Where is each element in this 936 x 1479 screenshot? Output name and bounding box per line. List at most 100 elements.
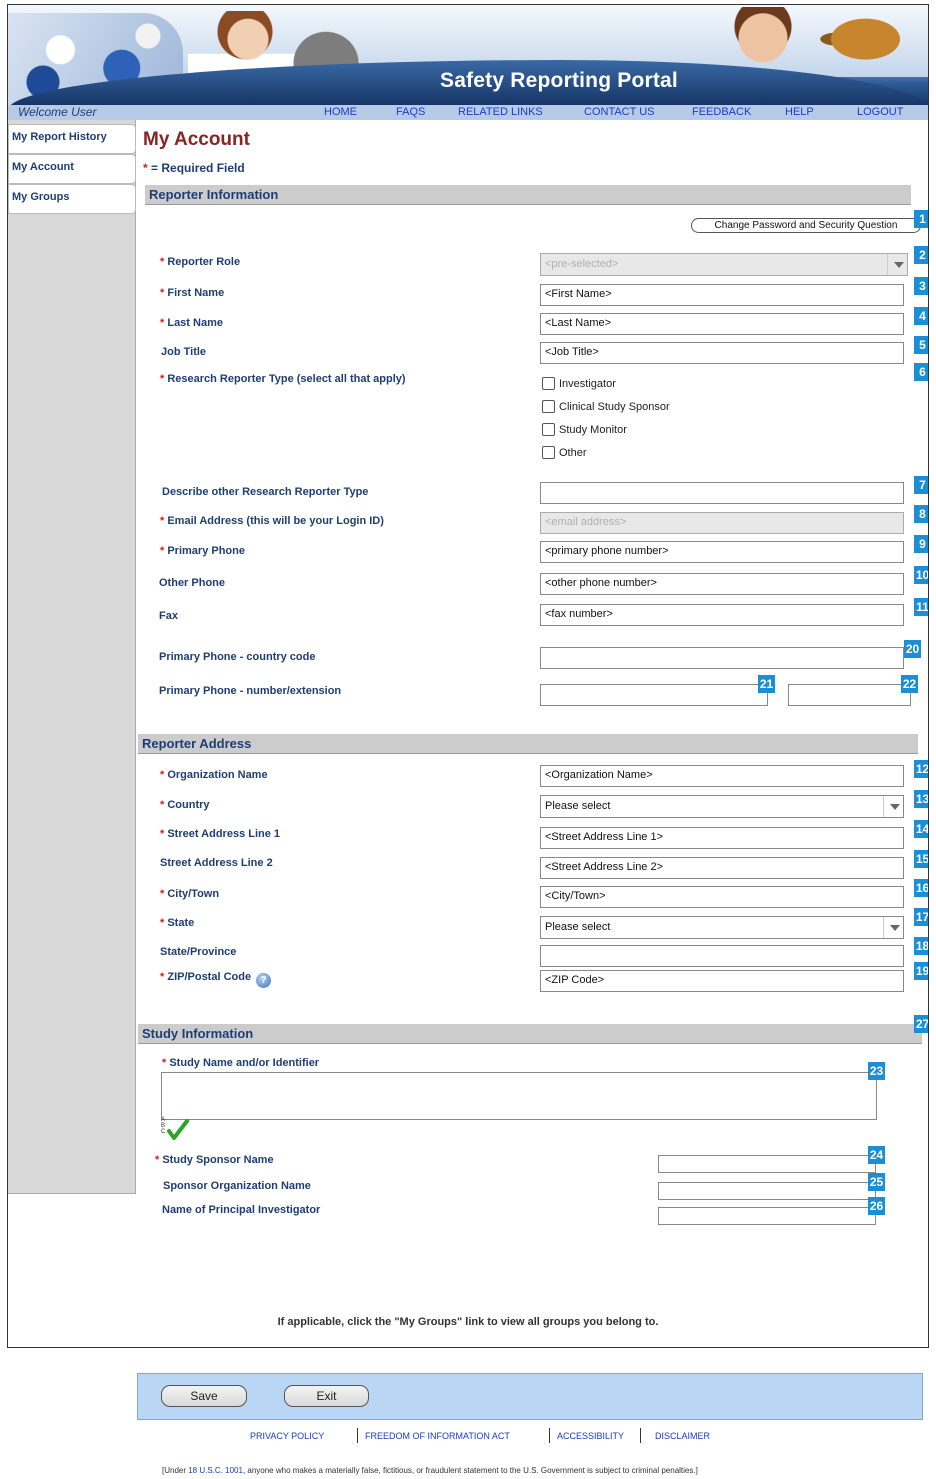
footer-privacy-policy[interactable]: PRIVACY POLICY [250, 1431, 324, 1441]
phone-number-field[interactable] [540, 684, 768, 706]
badge-25: 25 [868, 1173, 885, 1191]
legal-notice: [Under 18 U.S.C. 1001, anyone who makes … [162, 1466, 698, 1475]
nav-faqs[interactable]: FAQS [396, 105, 425, 120]
badge-7: 7 [914, 476, 928, 494]
describe-other-field[interactable] [540, 482, 904, 504]
nav-logout[interactable]: LOGOUT [857, 105, 903, 120]
button-bar: Save Exit [137, 1373, 923, 1420]
help-icon[interactable]: ? [256, 973, 272, 988]
job-title-field[interactable]: <Job Title> [540, 342, 904, 364]
nav-home[interactable]: HOME [324, 105, 357, 120]
portal-title: Safety Reporting Portal [440, 69, 678, 92]
badge-2: 2 [914, 246, 928, 264]
save-button[interactable]: Save [161, 1385, 247, 1407]
badge-13: 13 [914, 790, 929, 808]
badge-11: 11 [914, 598, 928, 616]
badge-26: 26 [868, 1197, 885, 1215]
footer-accessibility[interactable]: ACCESSIBILITY [557, 1431, 624, 1441]
checkbox-clinical-study-sponsor[interactable]: Clinical Study Sponsor [542, 400, 670, 413]
sidebar-item-my-account[interactable]: My Account [8, 154, 136, 184]
footer-separator [640, 1428, 641, 1443]
chevron-down-icon [883, 917, 903, 938]
nav-help[interactable]: HELP [785, 105, 814, 120]
primary-phone-field[interactable]: <primary phone number> [540, 541, 904, 563]
usc-link[interactable]: 18 U.S.C. 1001 [188, 1466, 243, 1475]
required-field-note: * = Required Field [143, 161, 245, 175]
other-phone-field[interactable]: <other phone number> [540, 573, 904, 595]
province-field[interactable] [540, 945, 904, 967]
badge-24: 24 [868, 1146, 885, 1164]
nav-contact-us[interactable]: CONTACT US [584, 105, 655, 120]
street2-field[interactable]: <Street Address Line 2> [540, 857, 904, 879]
page-title: My Account [143, 129, 250, 150]
badge-20: 20 [904, 640, 921, 658]
badge-12: 12 [914, 760, 929, 778]
change-password-button[interactable]: Change Password and Security Question [691, 218, 921, 233]
exit-button[interactable]: Exit [284, 1385, 369, 1407]
required-marker: * [143, 161, 148, 175]
country-select[interactable]: Please select [540, 795, 904, 818]
reporter-role-label: * Reporter Role [160, 256, 241, 268]
country-code-field[interactable] [540, 647, 904, 669]
banner: Safety Reporting Portal [8, 5, 928, 105]
checkbox-study-monitor[interactable]: Study Monitor [542, 423, 627, 436]
badge-4: 4 [914, 307, 928, 325]
province-label: State/Province [160, 946, 237, 958]
state-select[interactable]: Please select [540, 916, 904, 939]
checkbox-investigator[interactable]: Investigator [542, 377, 616, 390]
welcome-text: Welcome User [18, 105, 97, 119]
principal-investigator-field[interactable] [658, 1207, 876, 1225]
zip-label: * ZIP/Postal Code? [160, 971, 272, 988]
describe-other-label: Describe other Research Reporter Type [162, 486, 369, 498]
study-name-textarea[interactable] [161, 1072, 877, 1120]
section-reporter-information: Reporter Information [145, 185, 911, 205]
child-image [713, 7, 813, 63]
main-frame: Safety Reporting Portal Welcome User HOM… [7, 4, 929, 1348]
badge-17: 17 [914, 908, 929, 926]
principal-investigator-label: Name of Principal Investigator [162, 1204, 321, 1216]
phone-extension-field[interactable] [788, 684, 911, 706]
footer-disclaimer[interactable]: DISCLAIMER [655, 1431, 710, 1441]
required-note-text: = Required Field [151, 161, 245, 175]
sponsor-name-field[interactable] [658, 1155, 876, 1173]
nav-feedback[interactable]: FEEDBACK [692, 105, 751, 120]
sponsor-name-label: * Study Sponsor Name [155, 1154, 274, 1166]
footer-foia[interactable]: FREEDOM OF INFORMATION ACT [365, 1431, 510, 1441]
sponsor-org-field[interactable] [658, 1182, 876, 1200]
job-title-label: Job Title [161, 346, 207, 358]
city-field[interactable]: <City/Town> [540, 886, 904, 908]
first-name-field[interactable]: <First Name> [540, 284, 904, 306]
email-field[interactable]: <email address> [540, 512, 904, 534]
org-name-field[interactable]: <Organization Name> [540, 765, 904, 787]
badge-6: 6 [914, 363, 928, 381]
nav-related-links[interactable]: RELATED LINKS [458, 105, 543, 120]
badge-9: 9 [914, 535, 928, 553]
spellcheck-icon[interactable]: A B C [161, 1117, 191, 1143]
footer-separator [549, 1428, 550, 1443]
chevron-down-icon [883, 796, 903, 817]
badge-16: 16 [914, 879, 929, 897]
other-phone-label: Other Phone [159, 577, 226, 589]
sidebar-item-my-groups[interactable]: My Groups [8, 184, 136, 214]
number-extension-label: Primary Phone - number/extension [159, 685, 342, 697]
badge-27: 27 [914, 1015, 929, 1033]
section-study-information: Study Information [138, 1024, 922, 1044]
last-name-field[interactable]: <Last Name> [540, 313, 904, 335]
zip-field[interactable]: <ZIP Code> [540, 970, 904, 992]
badge-10: 10 [914, 566, 929, 584]
reporter-role-select[interactable]: <pre-selected> [540, 253, 908, 276]
sponsor-org-label: Sponsor Organization Name [163, 1180, 311, 1192]
badge-8: 8 [914, 505, 928, 523]
nav-bar: Welcome User HOME FAQS RELATED LINKS CON… [8, 105, 928, 120]
badge-15: 15 [914, 850, 929, 868]
email-label: * Email Address (this will be your Login… [160, 515, 384, 527]
fax-label: Fax [159, 610, 178, 622]
sidebar-item-report-history[interactable]: My Report History [8, 124, 136, 154]
state-label: * State [160, 917, 195, 929]
checkbox-other[interactable]: Other [542, 446, 587, 459]
fax-field[interactable]: <fax number> [540, 604, 904, 626]
dog-image [808, 5, 923, 67]
my-groups-note: If applicable, click the "My Groups" lin… [277, 1316, 659, 1328]
badge-19: 19 [914, 962, 929, 980]
street1-field[interactable]: <Street Address Line 1> [540, 827, 904, 849]
